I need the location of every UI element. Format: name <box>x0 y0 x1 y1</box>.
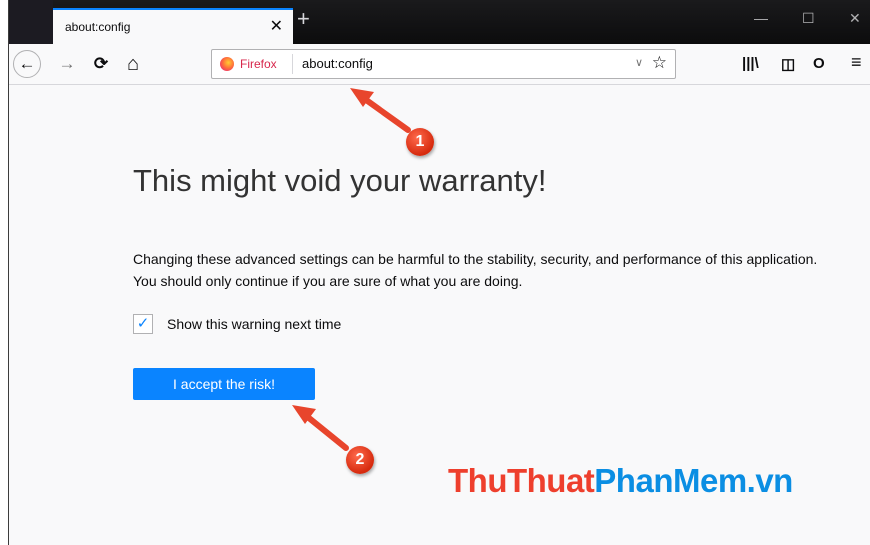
sidebar-icon[interactable]: ◫ <box>781 55 795 73</box>
show-warning-checkbox[interactable]: ✓ <box>133 314 153 334</box>
tab-title: about:config <box>65 20 131 34</box>
tab-close-icon[interactable]: ✕ <box>270 16 283 36</box>
reload-button[interactable]: ⟳ <box>87 50 115 78</box>
url-dropdown-icon[interactable]: ∨ <box>635 56 643 69</box>
url-bar[interactable]: Firefox about:config ∨ ☆ <box>211 49 676 79</box>
new-tab-button[interactable]: + <box>297 6 310 32</box>
firefox-logo-icon <box>220 57 234 71</box>
annotation-badge-2: 2 <box>346 446 374 474</box>
library-icon[interactable]: |||\ <box>742 55 759 72</box>
close-window-button[interactable]: ✕ <box>849 10 861 27</box>
navigation-toolbar: ← → ⟳ ⌂ Firefox about:config ∨ ☆ |||\ ◫ … <box>9 44 870 85</box>
forward-button[interactable]: → <box>53 50 81 78</box>
tab-about-config[interactable]: about:config ✕ <box>53 8 293 44</box>
warning-text: Changing these advanced settings can be … <box>133 251 818 289</box>
watermark-part-2: PhanMem.vn <box>594 462 793 499</box>
url-input[interactable]: about:config <box>302 56 373 71</box>
extension-icon[interactable]: O <box>813 55 825 72</box>
annotation-badge-1: 1 <box>406 128 434 156</box>
accept-risk-button[interactable]: I accept the risk! <box>133 368 315 400</box>
menu-icon[interactable]: ≡ <box>851 52 862 73</box>
titlebar-gap <box>9 0 53 44</box>
watermark-logo: ThuThuatPhanMem.vn <box>448 462 793 500</box>
page-title: This might void your warranty! <box>133 163 547 198</box>
home-button[interactable]: ⌂ <box>119 50 147 78</box>
identity-separator <box>292 54 293 74</box>
minimize-button[interactable]: — <box>754 10 768 26</box>
back-button[interactable]: ← <box>13 50 41 78</box>
bookmark-star-icon[interactable]: ☆ <box>652 53 667 73</box>
identity-label[interactable]: Firefox <box>240 57 277 71</box>
maximize-button[interactable]: ☐ <box>802 10 815 27</box>
title-bar: about:config ✕ + — ☐ ✕ <box>9 0 870 44</box>
watermark-part-1: ThuThuat <box>448 462 595 499</box>
show-warning-label[interactable]: Show this warning next time <box>167 316 341 332</box>
